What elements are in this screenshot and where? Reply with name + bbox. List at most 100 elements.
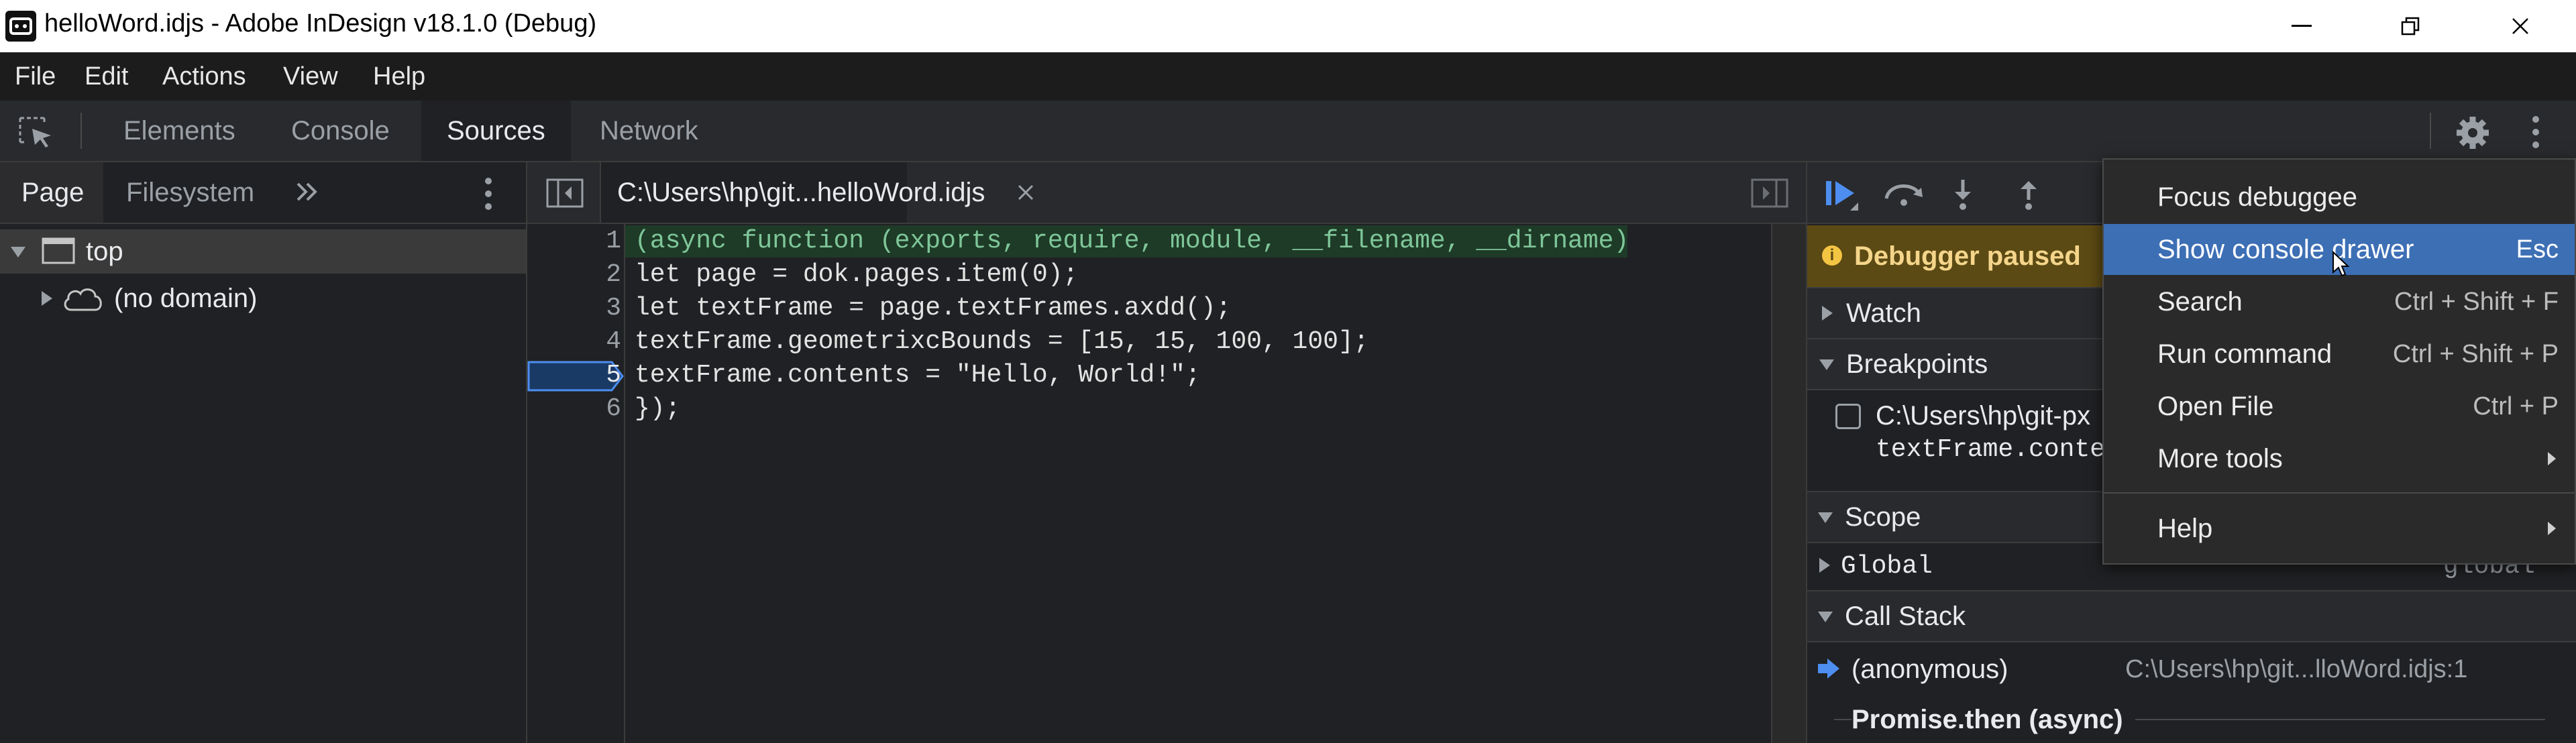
line-number: 3 [606,294,621,323]
scope-title: Scope [1845,502,1921,532]
toggle-navigator-icon[interactable] [546,178,584,211]
menu-item-label: Run command [2157,339,2332,369]
restore-icon[interactable] [2360,0,2461,52]
line-number: 1 [606,227,621,255]
devtools-tab-bar: Elements Console Sources Network [0,101,2576,162]
code-line[interactable]: }); [635,392,680,426]
editor-tab-bar: C:\Users\hp\git...helloWord.idjs [527,162,1806,224]
line-number: 5 [606,361,621,390]
inspect-element-icon[interactable] [17,115,55,152]
menu-edit[interactable]: Edit [72,52,140,101]
tree-item-top[interactable]: top [0,229,526,274]
submenu-arrow-icon [2546,520,2557,540]
step-into-icon[interactable] [1949,177,1976,214]
more-options-icon[interactable] [2532,115,2540,152]
menu-item-label: Show console drawer [2157,235,2414,264]
editor-scrollbar[interactable] [1771,224,1806,743]
more-options-menu: Focus debuggee Show console drawer Esc S… [2102,158,2576,565]
menu-item-open-file[interactable]: Open File Ctrl + P [2104,381,2575,432]
minimize-icon[interactable] [2251,0,2352,52]
line-number: 4 [606,327,621,356]
tab-filesystem[interactable]: Filesystem [126,162,254,223]
menu-item-help[interactable]: Help [2104,503,2575,554]
collapse-triangle-icon [1819,558,1830,573]
navigator-tabs: Page Filesystem [0,162,526,224]
menu-separator [2104,492,2575,494]
title-bar: helloWord.idjs - Adobe InDesign v18.1.0 … [0,0,2576,52]
menu-help[interactable]: Help [361,52,437,101]
code-line[interactable]: textFrame.geometrixcBounds = [15, 15, 10… [635,325,1369,359]
step-over-icon[interactable] [1882,178,1925,211]
breakpoint-checkbox[interactable] [1835,404,1861,429]
tab-elements[interactable]: Elements [98,101,261,161]
menu-item-run-command[interactable]: Run command Ctrl + Shift + P [2104,329,2575,380]
collapse-triangle-icon[interactable] [42,291,52,306]
menu-item-shortcut: Ctrl + Shift + F [2394,288,2559,316]
info-icon: i [1822,245,1842,266]
gear-icon[interactable] [2454,114,2491,155]
code-line[interactable]: let page = dok.pages.item(0); [635,258,1078,292]
divider [80,113,82,149]
source-editor: C:\Users\hp\git...helloWord.idjs 1 2 3 4… [527,162,1806,743]
navigator-panel: Page Filesystem top (no domain) [0,162,527,743]
menu-item-focus-debuggee[interactable]: Focus debuggee [2104,172,2575,223]
code-line[interactable]: textFrame.contents = "Hello, World!"; [635,359,1201,392]
window-title: helloWord.idjs - Adobe InDesign v18.1.0 … [44,9,597,38]
call-frame-item[interactable]: (anonymous) C:\Users\hp\git...lloWord.id… [1807,641,2576,696]
menu-item-label: Open File [2157,392,2274,421]
expand-triangle-icon [1818,612,1833,622]
chevron-double-right-icon[interactable] [294,180,321,207]
breakpoints-title: Breakpoints [1846,349,1988,379]
expand-triangle-icon [1818,512,1833,523]
menu-view[interactable]: View [271,52,350,101]
collapse-triangle-icon [1822,306,1833,321]
menu-item-more-tools[interactable]: More tools [2104,433,2575,484]
code-line[interactable]: (async function (exports, require, modul… [635,225,1627,258]
step-out-icon[interactable] [2015,177,2042,214]
async-frame-label: Promise.then (async) [1851,696,2135,743]
menu-item-shortcut: Esc [2516,235,2559,264]
menu-file[interactable]: File [3,52,68,101]
call-frame-name: (anonymous) [1851,654,2008,684]
app-icon [5,11,36,42]
menu-item-shortcut: Ctrl + Shift + P [2392,340,2559,368]
call-stack-section-header[interactable]: Call Stack [1807,590,2576,641]
expand-triangle-icon[interactable] [11,247,25,258]
tab-console[interactable]: Console [266,101,415,161]
tree-item-label: (no domain) [114,284,258,313]
current-frame-arrow-icon [1817,657,1841,683]
more-options-icon[interactable] [484,177,492,214]
call-stack-title: Call Stack [1845,602,1966,631]
file-tab-label: C:\Users\hp\git...helloWord.idjs [617,178,985,207]
breakpoint-file: C:\Users\hp\git-px [1876,401,2091,431]
close-icon[interactable] [2470,0,2571,52]
breakpoint-code: textFrame.conte [1876,435,2106,464]
line-number: 6 [606,394,621,423]
menu-item-shortcut: Ctrl + P [2473,392,2559,420]
divider [2430,113,2431,149]
menu-item-label: Focus debuggee [2157,182,2358,212]
tree-item-label: top [86,237,123,266]
cloud-icon [62,286,105,316]
menu-item-label: Search [2157,287,2243,317]
toggle-debugger-icon[interactable] [1751,178,1788,211]
submenu-arrow-icon [2546,451,2557,470]
global-scope-label: Global [1841,552,1933,581]
watch-title: Watch [1846,298,1921,328]
async-separator-row: Promise.then (async) [1807,696,2576,743]
tab-sources[interactable]: Sources [421,101,571,161]
menu-bar: File Edit Actions View Help [0,52,2576,101]
call-frame-location: C:\Users\hp\git...lloWord.idjs:1 [2125,655,2468,683]
menu-item-show-console-drawer[interactable]: Show console drawer Esc [2104,224,2575,277]
tree-item-no-domain[interactable]: (no domain) [0,276,526,321]
expand-triangle-icon [1819,359,1834,370]
code-line[interactable]: let textFrame = page.textFrames.axdd(); [635,292,1231,325]
menu-item-search[interactable]: Search Ctrl + Shift + F [2104,276,2575,327]
tab-page[interactable]: Page [21,162,84,223]
paused-status: Debugger paused [1854,241,2081,271]
resume-icon[interactable] [1823,177,1866,218]
menu-actions[interactable]: Actions [150,52,258,101]
tab-network[interactable]: Network [574,101,724,161]
close-tab-icon[interactable] [1017,184,1034,205]
menu-item-label: More tools [2157,444,2283,473]
